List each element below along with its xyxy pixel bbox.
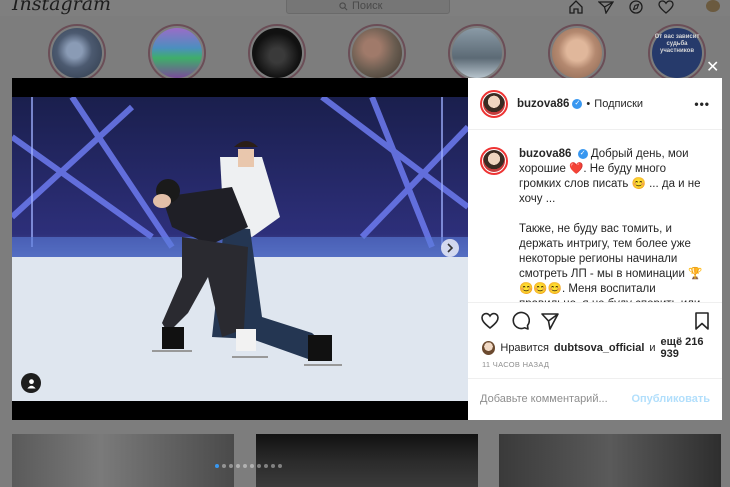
carousel-dot [236, 464, 240, 468]
comment-icon[interactable] [510, 311, 530, 331]
follow-status-button[interactable]: Подписки [594, 98, 643, 110]
carousel-dot [257, 464, 261, 468]
author-username[interactable]: buzova86 [517, 98, 569, 110]
more-icon[interactable]: ••• [694, 97, 710, 111]
liker-username[interactable]: dubtsova_official [554, 342, 644, 354]
explore-icon[interactable] [628, 0, 644, 14]
tagged-users-button[interactable] [21, 373, 41, 393]
story-item[interactable] [548, 24, 606, 82]
author-avatar[interactable] [480, 89, 508, 118]
search-icon [339, 1, 348, 10]
story-item[interactable] [348, 24, 406, 82]
story-thumbnail [352, 28, 402, 78]
story-item[interactable] [48, 24, 106, 82]
story-thumbnail [152, 28, 202, 78]
publish-button[interactable]: Опубликовать [631, 393, 710, 405]
post-timestamp[interactable]: 11 ЧАСОВ НАЗАД [482, 360, 549, 369]
likes-count-link[interactable]: ещё 216 939 [661, 336, 722, 360]
top-bar: Instagram Поиск [0, 0, 730, 16]
story-thumbnail [252, 28, 302, 78]
carousel-dot [229, 464, 233, 468]
comment-form: Опубликовать [468, 378, 722, 420]
story-item[interactable] [248, 24, 306, 82]
comment-input[interactable] [480, 393, 630, 405]
separator-dot: • [586, 97, 591, 110]
post-photo[interactable] [12, 97, 468, 401]
post-details: buzova86 ✓ • Подписки ••• buzova86 ✓ Доб… [468, 78, 722, 420]
likes-prefix: Нравится [500, 342, 549, 354]
verified-icon: ✓ [577, 148, 588, 159]
action-bar [468, 302, 722, 332]
carousel-dot [250, 464, 254, 468]
chevron-right-icon [447, 243, 454, 253]
instagram-logo[interactable]: Instagram [12, 0, 111, 15]
grid-thumbnail-image [499, 434, 721, 487]
close-icon[interactable]: ✕ [706, 57, 719, 77]
likes-summary: Нравится dubtsova_official и ещё 216 939 [482, 336, 722, 360]
story-thumbnail: От вас зависит судьба участников [652, 28, 702, 78]
like-heart-icon[interactable] [480, 311, 500, 331]
carousel-dot [278, 464, 282, 468]
grid-thumbnail-image [256, 434, 478, 487]
carousel-dot [243, 464, 247, 468]
bookmark-icon[interactable] [692, 311, 712, 331]
grid-thumbnail-image [12, 434, 234, 487]
carousel-dot [271, 464, 275, 468]
heart-icon[interactable] [658, 0, 674, 14]
profile-avatar[interactable] [706, 0, 720, 12]
likes-and: и [649, 342, 656, 354]
grid-thumbnail[interactable] [12, 434, 234, 487]
story-item[interactable] [448, 24, 506, 82]
carousel-next-button[interactable] [441, 239, 459, 257]
story-item[interactable]: От вас зависит судьба участников [648, 24, 706, 82]
story-thumbnail [452, 28, 502, 78]
grid-thumbnail[interactable] [256, 434, 478, 487]
direct-icon[interactable] [598, 0, 614, 14]
search-placeholder: Поиск [352, 0, 383, 12]
post-header: buzova86 ✓ • Подписки ••• [468, 78, 722, 130]
post-caption: buzova86 ✓ Добрый день, мои хорошие ❤️. … [468, 130, 722, 302]
post-photo-image [12, 97, 468, 401]
story-thumbnail [52, 28, 102, 78]
home-icon[interactable] [568, 0, 584, 14]
grid-thumbnail[interactable] [499, 434, 721, 487]
story-text: От вас зависит судьба участников [654, 34, 700, 54]
post-media [12, 78, 468, 468]
liker-avatar[interactable] [482, 341, 496, 355]
caption-username[interactable]: buzova86 [519, 148, 571, 160]
carousel-dot [222, 464, 226, 468]
share-icon[interactable] [540, 311, 560, 331]
search-box[interactable]: Поиск [286, 0, 450, 14]
caption-text-2: Также, не буду вас томить, и держать инт… [519, 223, 703, 302]
verified-icon: ✓ [572, 98, 583, 109]
carousel-dot [264, 464, 268, 468]
story-item[interactable] [148, 24, 206, 82]
carousel-dot [215, 464, 219, 468]
user-icon [26, 378, 36, 389]
story-thumbnail [552, 28, 602, 78]
caption-avatar[interactable] [480, 147, 508, 175]
carousel-dots [215, 464, 282, 468]
caption-paragraph-1: buzova86 ✓ Добрый день, мои хорошие ❤️. … [519, 147, 710, 207]
stories-strip: От вас зависит судьба участников [0, 22, 730, 82]
